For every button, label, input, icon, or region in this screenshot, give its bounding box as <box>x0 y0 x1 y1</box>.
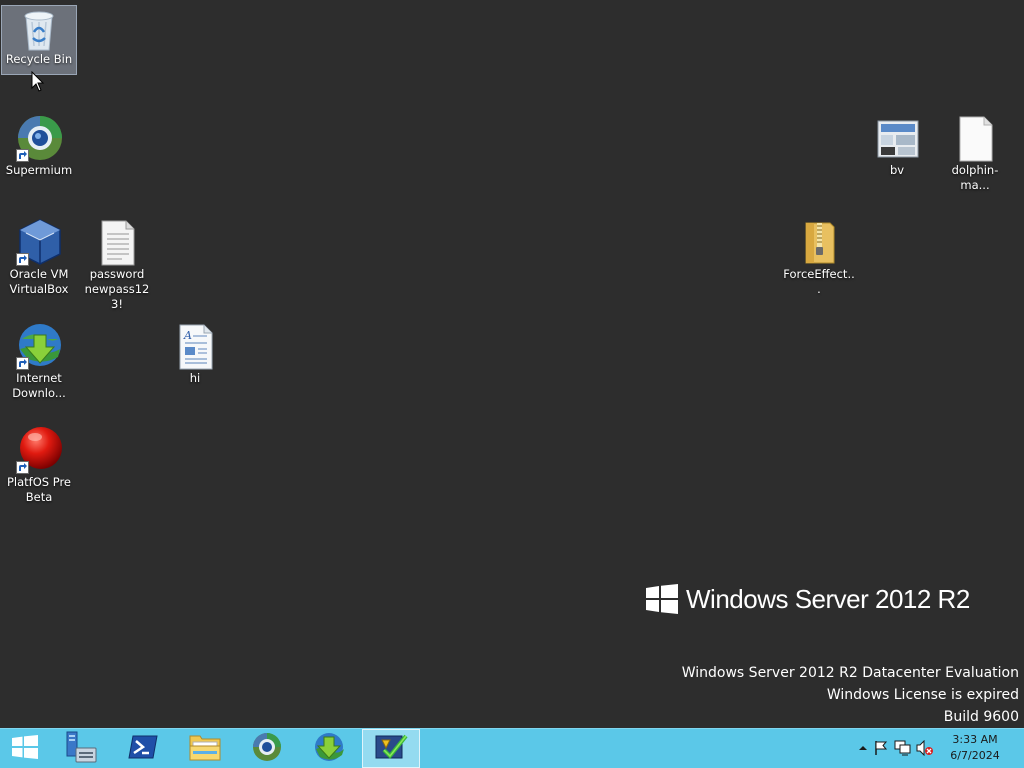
image-file-icon <box>872 113 922 163</box>
desktop-icon-platfos[interactable]: PlatfOS Pre Beta <box>1 422 77 518</box>
server-manager-icon <box>64 730 98 768</box>
desktop-icon-virtualbox[interactable]: Oracle VM VirtualBox <box>1 214 77 310</box>
desktop-icon-label: password newpass123! <box>84 267 150 311</box>
shortcut-arrow-icon <box>16 357 29 370</box>
supermium-icon <box>251 731 283 767</box>
network-icon <box>894 740 911 756</box>
taskbar-server-manager[interactable] <box>52 729 110 768</box>
volume-muted-icon <box>916 740 933 756</box>
desktop-icon-bv[interactable]: bv <box>859 110 935 206</box>
desktop-icon-label: hi <box>189 371 201 385</box>
taskbar-internet-download-manager[interactable] <box>300 729 358 768</box>
taskbar-task-checklist[interactable] <box>362 729 420 768</box>
clock-date: 6/7/2024 <box>950 749 1000 762</box>
show-hidden-icons-button[interactable] <box>854 739 872 757</box>
start-button[interactable] <box>0 729 50 768</box>
desktop-icon-hi-document[interactable]: A hi <box>157 318 233 414</box>
windows-logo-icon <box>646 584 678 614</box>
network-button[interactable] <box>894 739 912 757</box>
wordpad-document-icon: A <box>170 321 220 371</box>
desktop-icon-label: Recycle Bin <box>5 52 73 66</box>
recycle-bin-icon <box>19 8 59 52</box>
desktop-icon-label: dolphin-ma... <box>951 163 999 192</box>
desktop-icon-forceeffect[interactable]: ForceEffect... <box>781 214 857 310</box>
file-explorer-icon <box>188 732 222 766</box>
supermium-icon <box>14 113 64 163</box>
desktop-icon-label: Internet Downlo... <box>12 371 66 400</box>
desktop[interactable]: Recycle Bin Supermium Oracle VM VirtualB… <box>0 0 1024 728</box>
watermark-edition: Windows Server 2012 R2 Datacenter Evalua… <box>681 665 1019 681</box>
desktop-icon-label: Oracle VM VirtualBox <box>9 267 69 296</box>
action-center-flag-icon <box>875 741 888 755</box>
platfos-icon <box>14 425 64 475</box>
license-watermark: Windows Server 2012 R2 Datacenter Evalua… <box>682 662 1019 728</box>
clock-time: 3:33 AM <box>952 733 998 746</box>
taskbar-powershell[interactable] <box>114 729 172 768</box>
shortcut-arrow-icon <box>16 461 29 474</box>
desktop-icon-label: Supermium <box>5 163 73 177</box>
taskbar-file-explorer[interactable] <box>176 729 234 768</box>
mouse-cursor-icon <box>31 70 45 93</box>
taskbar-clock[interactable]: 3:33 AM 6/7/2024 <box>940 732 1010 764</box>
desktop-icon-dolphin[interactable]: dolphin-ma... <box>937 110 1013 206</box>
desktop-icon-label: ForceEffect... <box>783 267 855 296</box>
desktop-icon-label: bv <box>889 163 905 177</box>
zip-folder-icon <box>794 217 844 267</box>
desktop-icon-internet-download-manager[interactable]: Internet Downlo... <box>1 318 77 414</box>
branding-text: Windows Server 2012 R2 <box>686 584 970 614</box>
blank-file-icon <box>950 113 1000 163</box>
shortcut-arrow-icon <box>16 149 29 162</box>
powershell-icon <box>128 734 158 764</box>
internet-download-manager-icon <box>312 731 346 767</box>
watermark-license-status: Windows License is expired <box>826 687 1019 703</box>
watermark-build: Build 9600 <box>943 709 1019 725</box>
taskbar[interactable]: 3:33 AM 6/7/2024 <box>0 728 1024 768</box>
system-tray: 3:33 AM 6/7/2024 <box>844 729 1024 768</box>
task-checklist-icon <box>374 732 408 766</box>
desktop-icon-password-text[interactable]: password newpass123! <box>79 214 155 311</box>
taskbar-supermium[interactable] <box>238 729 296 768</box>
desktop-icon-label: PlatfOS Pre Beta <box>6 475 72 504</box>
start-windows-icon <box>12 734 38 763</box>
text-document-icon <box>92 217 142 267</box>
action-center-button[interactable] <box>872 739 890 757</box>
svg-text:A: A <box>183 329 192 342</box>
desktop-icon-recycle-bin[interactable]: Recycle Bin <box>1 5 77 75</box>
shortcut-arrow-icon <box>16 253 29 266</box>
virtualbox-icon <box>14 217 64 267</box>
internet-download-manager-icon <box>14 321 64 371</box>
volume-button[interactable] <box>916 739 934 757</box>
desktop-icon-supermium[interactable]: Supermium <box>1 110 77 206</box>
show-hidden-icons-icon <box>859 746 867 750</box>
